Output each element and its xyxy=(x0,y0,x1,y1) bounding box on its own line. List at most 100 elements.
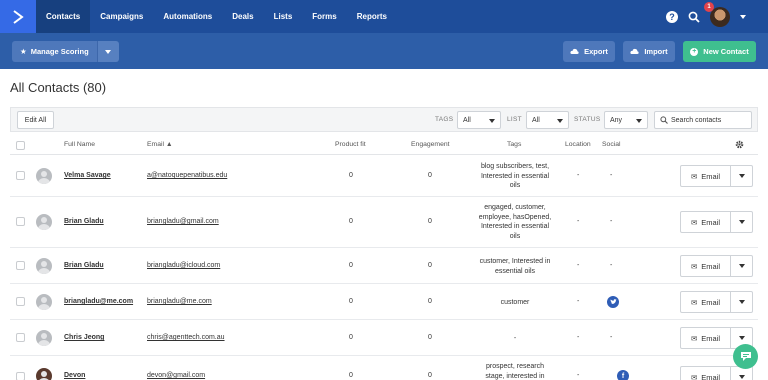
nav-lists[interactable]: Lists xyxy=(264,0,303,33)
edit-all-button[interactable]: Edit All xyxy=(17,111,54,129)
engagement-value: 0 xyxy=(428,262,432,269)
contact-name-link[interactable]: Brian Gladu xyxy=(64,262,104,269)
social-value: - xyxy=(610,262,613,269)
email-contact-split-button: ✉ Email xyxy=(680,165,753,187)
facebook-icon[interactable]: f xyxy=(617,370,629,380)
table-row[interactable]: Devon devon@gmail.com 0 0 prospect, rese… xyxy=(10,356,758,380)
contact-email-link[interactable]: chris@agenttech.com.au xyxy=(147,334,225,341)
status-filter-select[interactable]: Any xyxy=(604,111,648,129)
row-checkbox[interactable] xyxy=(16,333,25,342)
row-checkbox[interactable] xyxy=(16,261,25,270)
cloud-download-icon xyxy=(570,48,579,54)
table-row[interactable]: briangladu@me.com briangladu@me.com 0 0 … xyxy=(10,284,758,320)
chevron-down-icon[interactable] xyxy=(740,14,746,19)
tags-value: engaged, customer, employee, hasOpened, … xyxy=(475,203,555,241)
chat-support-button[interactable] xyxy=(733,344,758,369)
header-full-name[interactable]: Full Name xyxy=(64,141,95,148)
location-value: - xyxy=(577,334,580,341)
filter-bar: Edit All TAGS All LIST All STATUS Any Se… xyxy=(10,107,758,132)
nav-campaigns[interactable]: Campaigns xyxy=(90,0,153,33)
tags-filter-select[interactable]: All xyxy=(457,111,501,129)
product-fit-value: 0 xyxy=(349,218,353,225)
tags-line: essential oils xyxy=(494,267,536,275)
email-options-dropdown[interactable] xyxy=(731,166,752,186)
help-icon[interactable]: ? xyxy=(666,10,678,23)
status-filter-value: Any xyxy=(610,116,623,124)
chevron-down-icon xyxy=(738,375,745,379)
contact-name-link[interactable]: Devon xyxy=(64,372,85,379)
gear-icon[interactable] xyxy=(735,140,744,149)
tags-line: employee, hasOpened, xyxy=(478,213,552,221)
email-contact-button[interactable]: ✉ Email xyxy=(681,292,731,312)
engagement-value: 0 xyxy=(428,172,432,179)
nav-deals[interactable]: Deals xyxy=(222,0,263,33)
email-options-dropdown[interactable] xyxy=(731,212,752,232)
search-contacts-input[interactable]: Search contacts xyxy=(654,111,752,129)
tags-line: blog subscribers, test, xyxy=(480,163,550,170)
row-checkbox[interactable] xyxy=(16,297,25,306)
import-button[interactable]: Import xyxy=(623,41,675,62)
table-header: Full Name Email ▲ Product fit Engagement… xyxy=(10,136,758,155)
header-engagement[interactable]: Engagement xyxy=(411,141,450,148)
avatar xyxy=(36,330,52,346)
table-row[interactable]: Brian Gladu briangladu@gmail.com 0 0 eng… xyxy=(10,197,758,248)
envelope-icon: ✉ xyxy=(690,372,698,380)
email-contact-button[interactable]: ✉ Email xyxy=(681,166,731,186)
new-contact-button[interactable]: + New Contact xyxy=(683,41,756,62)
contact-email-link[interactable]: devon@gmail.com xyxy=(147,372,205,379)
location-value: - xyxy=(577,218,580,225)
header-product-fit[interactable]: Product fit xyxy=(335,141,366,148)
table-row[interactable]: Chris Jeong chris@agenttech.com.au 0 0 -… xyxy=(10,320,758,356)
product-fit-value: 0 xyxy=(349,372,353,379)
main-nav: Contacts Campaigns Automations Deals Lis… xyxy=(36,0,397,33)
email-contact-button[interactable]: ✉ Email xyxy=(681,212,731,232)
email-contact-button[interactable]: ✉ Email xyxy=(681,256,731,276)
export-button[interactable]: Export xyxy=(563,41,615,62)
nav-reports[interactable]: Reports xyxy=(347,0,397,33)
table-row[interactable]: Brian Gladu briangladu@icloud.com 0 0 cu… xyxy=(10,248,758,284)
chevron-down-icon xyxy=(105,49,112,54)
table-row[interactable]: Velma Savage a@natoquepenatibus.edu 0 0 … xyxy=(10,156,758,197)
header-email[interactable]: Email ▲ xyxy=(147,141,173,148)
status-filter-label: STATUS xyxy=(574,116,601,123)
location-value: - xyxy=(577,262,580,269)
avatar xyxy=(36,258,52,274)
nav-automations[interactable]: Automations xyxy=(153,0,222,33)
row-checkbox[interactable] xyxy=(16,171,25,180)
chevron-down-icon xyxy=(738,300,745,304)
email-options-dropdown[interactable] xyxy=(731,367,752,380)
manage-scoring-split-button: ★ Manage Scoring xyxy=(12,41,119,62)
manage-scoring-dropdown[interactable] xyxy=(96,41,119,62)
user-menu[interactable]: 1 xyxy=(704,1,730,27)
contact-email-link[interactable]: a@natoquepenatibus.edu xyxy=(147,172,227,179)
contact-email-link[interactable]: briangladu@me.com xyxy=(147,298,212,305)
tags-line: customer, Interested in xyxy=(479,258,551,265)
email-button-label: Email xyxy=(701,217,721,227)
new-contact-label: New Contact xyxy=(703,47,749,56)
nav-contacts[interactable]: Contacts xyxy=(36,0,91,33)
twitter-icon[interactable] xyxy=(607,296,619,308)
social-value: - xyxy=(610,218,613,225)
contact-name-link[interactable]: briangladu@me.com xyxy=(64,298,133,305)
email-contact-button[interactable]: ✉ Email xyxy=(681,328,731,348)
row-checkbox[interactable] xyxy=(16,372,25,380)
contact-email-link[interactable]: briangladu@gmail.com xyxy=(147,218,219,225)
manage-scoring-button[interactable]: ★ Manage Scoring xyxy=(12,41,97,62)
email-options-dropdown[interactable] xyxy=(731,292,752,312)
page-title: All Contacts (80) xyxy=(10,80,107,95)
row-checkbox[interactable] xyxy=(16,217,25,226)
notification-badge[interactable]: 1 xyxy=(704,1,714,12)
envelope-icon: ✉ xyxy=(690,261,698,271)
select-all-checkbox[interactable] xyxy=(16,141,25,150)
search-icon[interactable] xyxy=(688,11,700,23)
nav-forms[interactable]: Forms xyxy=(302,0,346,33)
contact-email-link[interactable]: briangladu@icloud.com xyxy=(147,262,220,269)
contact-name-link[interactable]: Velma Savage xyxy=(64,172,111,179)
contact-name-link[interactable]: Chris Jeong xyxy=(64,334,104,341)
email-contact-button[interactable]: ✉ Email xyxy=(681,367,731,380)
app-logo[interactable] xyxy=(0,0,36,33)
email-options-dropdown[interactable] xyxy=(731,256,752,276)
chevron-down-icon xyxy=(738,336,745,340)
list-filter-select[interactable]: All xyxy=(526,111,569,129)
contact-name-link[interactable]: Brian Gladu xyxy=(64,218,104,225)
